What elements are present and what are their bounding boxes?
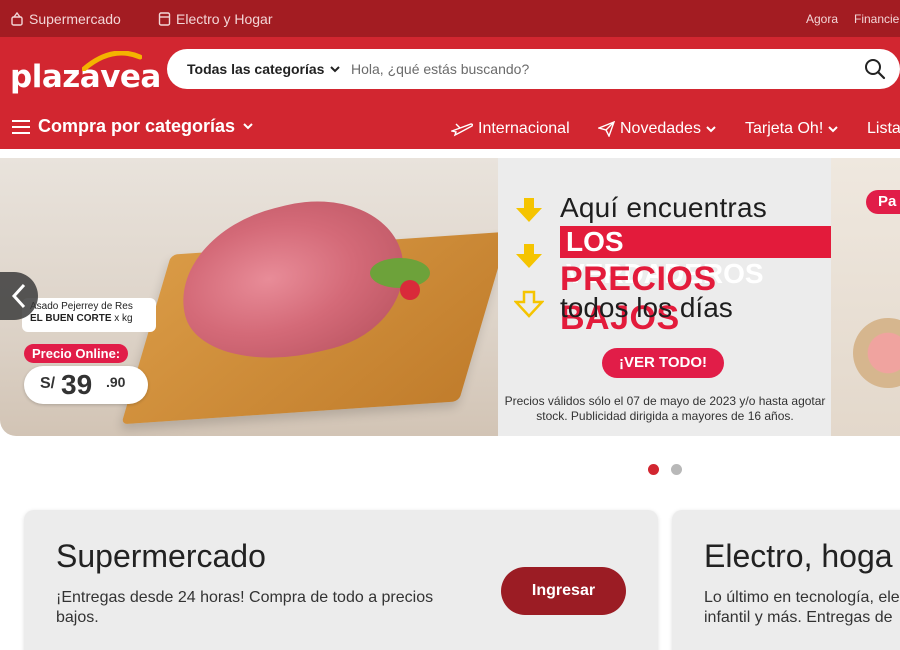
radish-image xyxy=(400,280,420,300)
price-box: S/ 39 .90 xyxy=(24,366,148,404)
nav-tarjeta-oh[interactable]: Tarjeta Oh! xyxy=(745,120,838,138)
carousel-dot-2[interactable] xyxy=(671,464,682,475)
chevron-left-icon xyxy=(11,283,26,309)
banner-product-panel: Asado Pejerrey de Res EL BUEN CORTE x kg… xyxy=(0,158,498,436)
search-category-label: Todas las categorías xyxy=(187,61,325,77)
electro-hogar-card: Electro, hoga Lo último en tecnología, e… xyxy=(672,510,900,650)
price-integer: 39 xyxy=(61,369,93,400)
nav-internacional[interactable]: Internacional xyxy=(451,120,570,138)
nav-novedades-label: Novedades xyxy=(620,120,701,137)
ver-todo-button[interactable]: ¡VER TODO! xyxy=(602,348,724,378)
search-category-dropdown[interactable]: Todas las categorías xyxy=(187,61,341,77)
promo-legal-text: Precios válidos sólo el 07 de mayo de 20… xyxy=(504,394,826,423)
chevron-down-icon xyxy=(243,123,253,130)
topbar-electro-label: Electro y Hogar xyxy=(176,11,273,27)
categories-menu-label: Compra por categorías xyxy=(38,116,236,136)
search-icon[interactable] xyxy=(864,58,886,80)
chevron-down-icon xyxy=(330,65,341,72)
main-nav: Compra por categorías Internacional Nove… xyxy=(0,109,900,149)
chevron-down-icon xyxy=(706,125,716,132)
nav-novedades[interactable]: Novedades xyxy=(598,120,716,138)
next-slide-badge: Pa xyxy=(866,190,900,214)
topbar-supermercado-label: Supermercado xyxy=(29,11,121,27)
search-input[interactable] xyxy=(351,57,831,81)
nav-tarjeta-label: Tarjeta Oh! xyxy=(745,120,824,137)
sausage-image xyxy=(853,318,900,388)
banner-promo-panel: Aquí encuentras LOS VERDADEROS PRECIOS B… xyxy=(498,158,831,436)
categories-menu-button[interactable]: Compra por categorías xyxy=(12,116,253,137)
nav-lista[interactable]: Lista xyxy=(867,120,900,138)
promo-heading-line1: Aquí encuentras xyxy=(560,192,767,223)
herbs-image xyxy=(370,258,430,288)
nav-internacional-label: Internacional xyxy=(478,120,570,137)
product-name: Asado Pejerrey de Res xyxy=(30,301,133,312)
ingresar-button[interactable]: Ingresar xyxy=(501,567,626,615)
carousel-dots xyxy=(648,464,682,475)
appliance-icon xyxy=(158,12,171,26)
electro-card-description: Lo último en tecnología, ele infantil y … xyxy=(704,589,900,626)
product-brand: EL BUEN CORTE xyxy=(30,313,112,324)
chevron-down-icon xyxy=(828,125,838,132)
hamburger-icon xyxy=(12,119,30,134)
topbar-financiera-link[interactable]: Financie xyxy=(854,12,899,26)
supermercado-card: Supermercado ¡Entregas desde 24 horas! C… xyxy=(24,510,658,650)
basket-icon xyxy=(11,12,23,26)
promo-heading-line2: LOS VERDADEROS xyxy=(560,226,831,289)
topbar-supermercado-link[interactable]: Supermercado xyxy=(10,11,121,27)
supermercado-card-description: ¡Entregas desde 24 horas! Compra de todo… xyxy=(56,589,434,626)
supermercado-card-title: Supermercado xyxy=(56,538,266,574)
banner-next-slide-preview: Pa xyxy=(831,158,900,436)
product-unit: x kg xyxy=(114,313,133,324)
nav-lista-label: Lista xyxy=(867,120,900,137)
hero-banner[interactable]: Asado Pejerrey de Res EL BUEN CORTE x kg… xyxy=(0,158,900,438)
electro-card-title: Electro, hoga xyxy=(704,538,893,574)
logo-swoosh-icon xyxy=(82,51,142,71)
top-utility-bar: Supermercado Electro y Hogar Agora Finan… xyxy=(0,0,900,37)
airplane-icon xyxy=(451,123,473,137)
paper-plane-icon xyxy=(598,121,615,137)
carousel-dot-1[interactable] xyxy=(648,464,659,475)
topbar-agora-link[interactable]: Agora xyxy=(806,12,838,26)
product-tag: Asado Pejerrey de Res EL BUEN CORTE x kg xyxy=(22,298,156,332)
search-bar: Todas las categorías xyxy=(167,49,900,89)
main-header: plazavea Todas las categorías Compra por… xyxy=(0,37,900,149)
price-online-label: Precio Online: xyxy=(24,344,129,363)
promo-heading-line4: todos los días xyxy=(560,292,733,323)
price-currency: S/ xyxy=(40,375,56,392)
price-decimal: .90 xyxy=(106,374,126,390)
topbar-electro-link[interactable]: Electro y Hogar xyxy=(158,11,272,27)
down-arrows-icon xyxy=(514,198,544,318)
plazavea-logo[interactable]: plazavea xyxy=(10,51,161,95)
